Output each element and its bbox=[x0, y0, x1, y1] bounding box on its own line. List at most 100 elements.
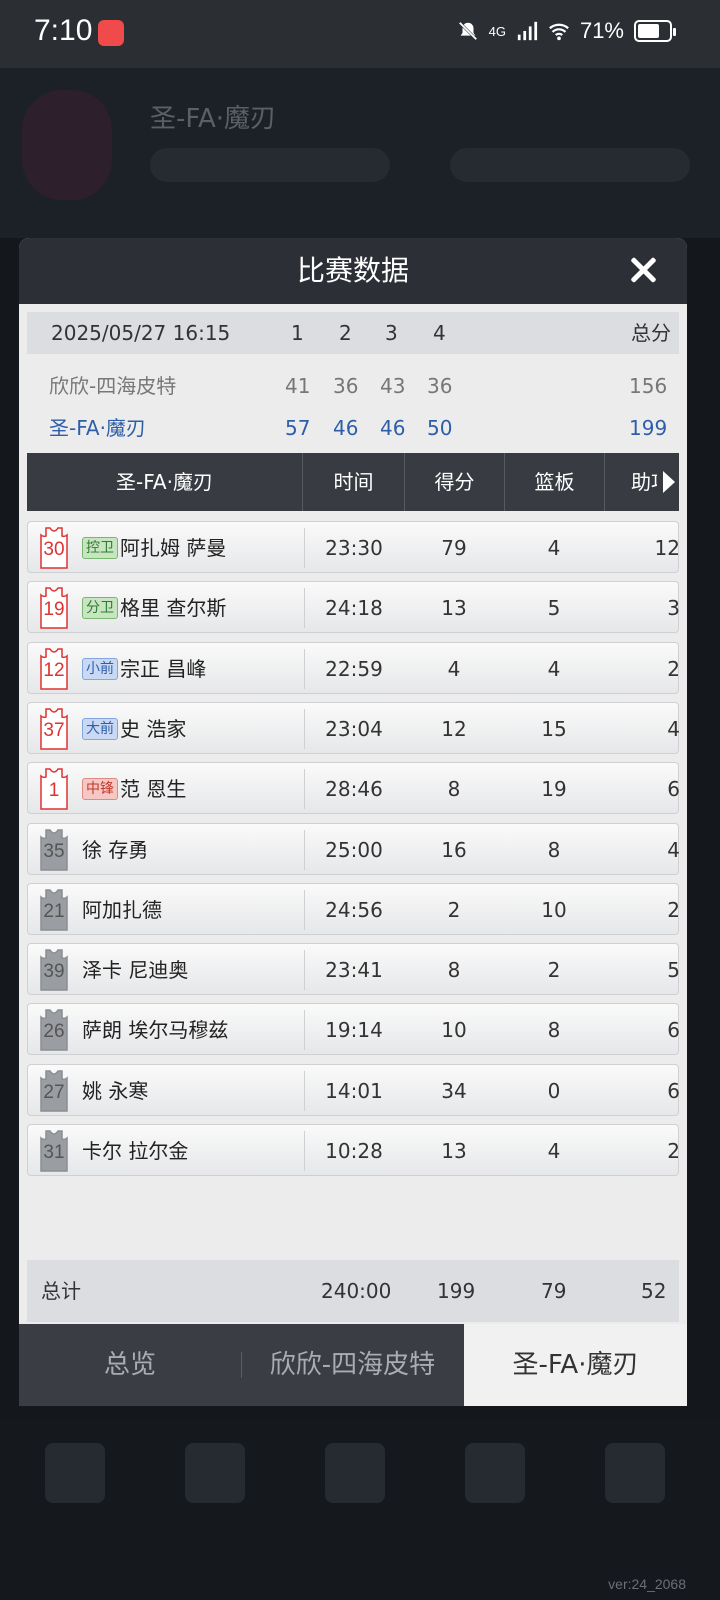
jersey-number: 30 bbox=[43, 539, 65, 560]
player-time: 24:56 bbox=[325, 897, 383, 922]
player-points: 8 bbox=[447, 777, 461, 802]
player-points: 10 bbox=[441, 1018, 467, 1043]
player-name: 阿扎姆 萨曼 bbox=[120, 536, 227, 560]
player-name: 格里 查尔斯 bbox=[120, 596, 227, 621]
position-badge: 中锋 bbox=[82, 778, 118, 801]
team-total: 199 bbox=[629, 416, 668, 440]
tab-opponent-team[interactable]: 欣欣-四海皮特 bbox=[241, 1324, 464, 1406]
jersey-icon: 30 bbox=[40, 527, 68, 569]
position-badge: 控卫 bbox=[82, 537, 118, 559]
player-name: 徐 存勇 bbox=[82, 837, 149, 862]
player-name: 阿加扎德 bbox=[82, 897, 162, 922]
position-badge: 大前 bbox=[82, 717, 118, 740]
player-assists: 4 bbox=[667, 837, 680, 862]
player-name: 范 恩生 bbox=[120, 777, 187, 802]
player-row[interactable]: 39 泽卡 尼迪奥 23:41 8 2 5 bbox=[27, 943, 680, 996]
player-row[interactable]: 21 阿加扎德 24:56 2 10 2 bbox=[27, 882, 680, 935]
player-time: 23:30 bbox=[325, 536, 383, 560]
nav-item-icon bbox=[45, 1443, 105, 1503]
tab-home-team[interactable]: 圣-FA·魔刃 bbox=[464, 1324, 687, 1406]
player-points: 2 bbox=[447, 897, 461, 922]
team-total: 156 bbox=[629, 374, 668, 398]
player-rebounds: 8 bbox=[547, 1018, 561, 1043]
player-rebounds: 2 bbox=[547, 958, 561, 983]
quarter-label: 2 bbox=[339, 321, 352, 345]
team-tabs: 总览 欣欣-四海皮特 圣-FA·魔刃 bbox=[19, 1324, 687, 1406]
quarter-score-header: 2025/05/27 16:15 1 2 3 4 总分 bbox=[27, 312, 679, 354]
player-assists: 12 bbox=[654, 536, 680, 560]
column-rebounds: 篮板 bbox=[505, 453, 605, 511]
modal-header: 比赛数据 bbox=[19, 238, 687, 304]
team-name: 圣-FA·魔刃 bbox=[49, 416, 146, 440]
player-rebounds: 4 bbox=[547, 1139, 561, 1163]
signal-icon bbox=[517, 21, 538, 41]
column-team-name: 圣-FA·魔刃 bbox=[27, 453, 303, 511]
player-row[interactable]: 35 徐 存勇 25:00 16 8 4 bbox=[27, 822, 680, 875]
total-label: 总分 bbox=[631, 321, 671, 345]
modal-title: 比赛数据 bbox=[296, 254, 409, 287]
player-assists: 4 bbox=[667, 716, 680, 741]
player-time: 22:59 bbox=[325, 656, 383, 681]
position-badge: 小前 bbox=[82, 657, 118, 680]
quarter-label: 3 bbox=[385, 321, 398, 345]
box-score-header: 圣-FA·魔刃 时间 得分 篮板 助攻 bbox=[27, 453, 679, 511]
player-row[interactable]: 30 控卫 阿扎姆 萨曼 23:30 79 4 12 bbox=[27, 521, 680, 573]
app-notification-icon bbox=[98, 20, 124, 46]
player-row[interactable]: 27 姚 永寒 14:01 34 0 6 bbox=[27, 1063, 680, 1116]
player-points: 16 bbox=[441, 837, 467, 862]
totals-label: 总计 bbox=[41, 1279, 81, 1303]
player-points: 12 bbox=[441, 716, 467, 741]
score-row-home: 圣-FA·魔刃 57 46 46 50 199 bbox=[27, 408, 679, 448]
player-rebounds: 15 bbox=[541, 716, 567, 741]
quarter-score: 46 bbox=[333, 416, 359, 440]
player-row[interactable]: 1 中锋范 恩生 28:46 8 19 6 bbox=[27, 762, 680, 815]
jersey-icon: 39 bbox=[40, 949, 68, 991]
coin-balance bbox=[150, 148, 390, 182]
position-badge: 分卫 bbox=[82, 597, 118, 620]
totals-points: 199 bbox=[437, 1279, 476, 1303]
jersey-number: 26 bbox=[43, 1021, 65, 1043]
team-name: 欣欣-四海皮特 bbox=[49, 374, 177, 398]
modal-body: 2025/05/27 16:15 1 2 3 4 总分 欣欣-四海皮特 41 3… bbox=[19, 304, 687, 1324]
player-row[interactable]: 12 小前 宗正 昌峰 22:59 4 4 2 bbox=[27, 641, 680, 694]
player-rebounds: 4 bbox=[547, 536, 561, 560]
player-row[interactable]: 19 分卫 格里 查尔斯 24:18 13 5 3 bbox=[27, 581, 680, 634]
quarter-score: 36 bbox=[333, 374, 359, 398]
player-rebounds: 8 bbox=[547, 837, 561, 862]
totals-time: 240:00 bbox=[321, 1279, 392, 1303]
player-name: 史 浩家 bbox=[120, 716, 187, 741]
player-rebounds: 10 bbox=[541, 897, 567, 922]
quarter-score: 41 bbox=[285, 374, 311, 398]
player-points: 4 bbox=[447, 656, 461, 681]
player-name: 萨朗 埃尔马穆兹 bbox=[82, 1018, 229, 1043]
player-row[interactable]: 31 卡尔 拉尔金 10:28 13 4 2 bbox=[27, 1124, 680, 1176]
team-logo bbox=[22, 90, 112, 200]
tab-overview[interactable]: 总览 bbox=[19, 1324, 241, 1406]
jersey-number: 21 bbox=[43, 900, 65, 922]
player-name: 姚 永寒 bbox=[82, 1078, 149, 1103]
player-points: 34 bbox=[441, 1078, 467, 1103]
player-assists: 6 bbox=[667, 1018, 680, 1043]
player-assists: 2 bbox=[667, 656, 680, 681]
status-time: 7:10 bbox=[34, 14, 93, 47]
jersey-icon: 12 bbox=[40, 647, 68, 690]
jersey-number: 1 bbox=[48, 780, 60, 802]
player-name: 宗正 昌峰 bbox=[120, 656, 207, 681]
mute-icon bbox=[458, 21, 477, 41]
background-navbar: ver:24_2068 bbox=[0, 1418, 720, 1600]
player-time: 19:14 bbox=[325, 1018, 383, 1043]
player-row[interactable]: 37 大前史 浩家 23:04 12 15 4 bbox=[27, 701, 680, 754]
player-assists: 2 bbox=[667, 1139, 680, 1163]
close-icon[interactable] bbox=[625, 252, 661, 288]
player-time: 14:01 bbox=[325, 1078, 383, 1103]
nav-item-icon bbox=[605, 1443, 665, 1503]
background-header: 圣-FA·魔刃 bbox=[0, 68, 720, 238]
match-date: 2025/05/27 16:15 bbox=[51, 321, 231, 345]
player-row[interactable]: 26 萨朗 埃尔马穆兹 19:14 10 8 6 bbox=[27, 1003, 680, 1056]
quarter-label: 4 bbox=[433, 321, 446, 345]
scroll-right-arrow-icon[interactable] bbox=[657, 453, 679, 511]
player-time: 23:41 bbox=[325, 958, 383, 983]
jersey-icon: 21 bbox=[40, 889, 68, 931]
column-points: 得分 bbox=[405, 453, 505, 511]
status-bar: 7:10 4G 71% bbox=[0, 0, 720, 68]
